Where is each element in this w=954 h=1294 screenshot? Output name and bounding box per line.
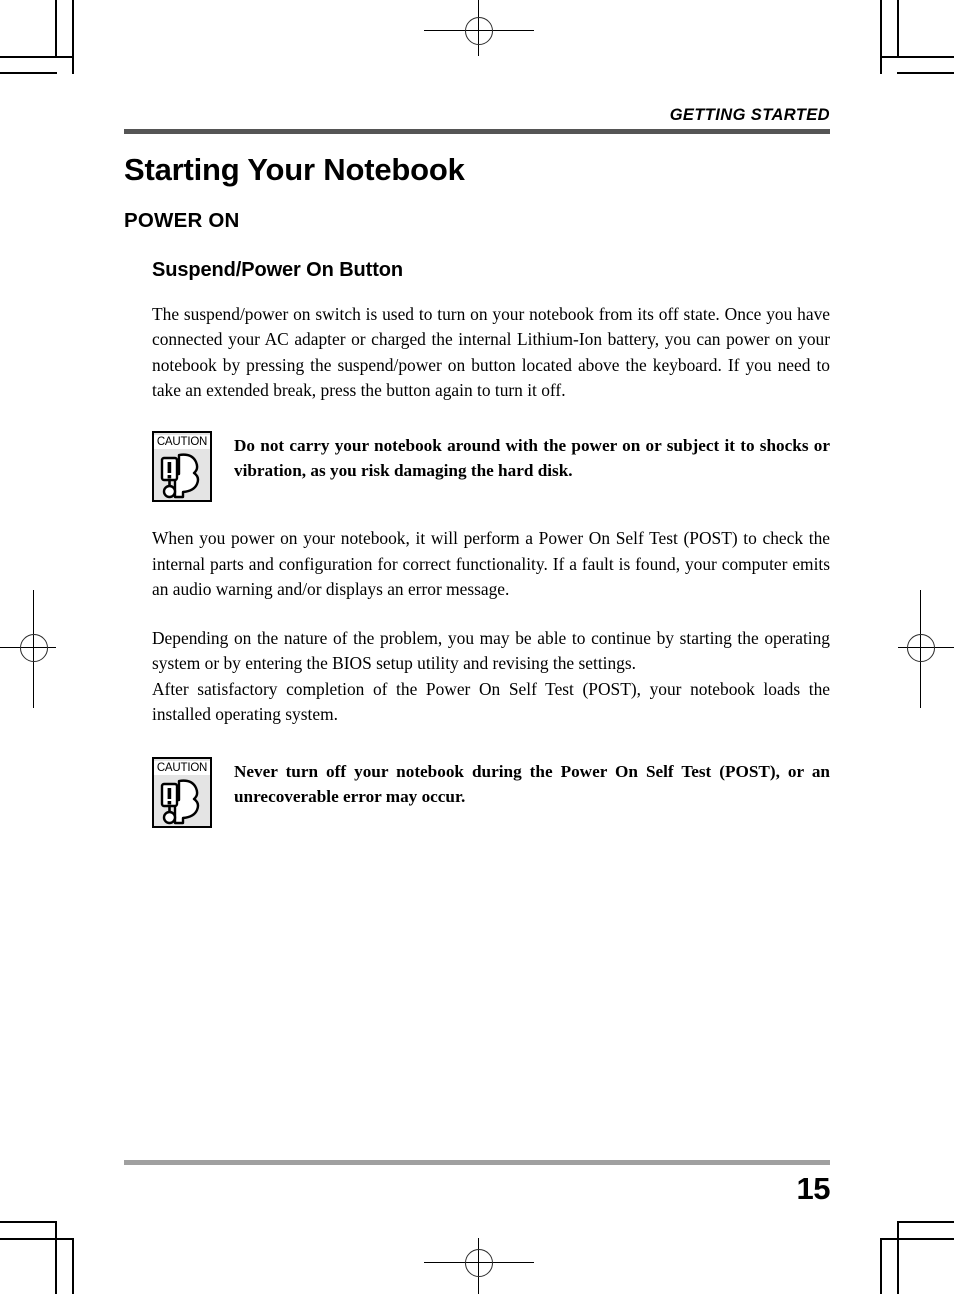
crop-mark-top-right-horizontal-inner [897, 72, 954, 74]
crop-mark-bottom-right-vertical-outer [897, 1221, 899, 1294]
registration-mark-left-horizontal [0, 647, 56, 648]
paragraph-problem-nature: Depending on the nature of the problem, … [152, 628, 830, 674]
caution-icon-label: CAUTION [154, 761, 210, 776]
crop-mark-bottom-left-horizontal-outer [0, 1221, 57, 1223]
footer-rule [124, 1160, 830, 1165]
registration-mark-bottom-circle [465, 1249, 493, 1277]
caution-hand-exclamation-icon: CAUTION [152, 431, 212, 503]
body-text-block: The suspend/power on switch is used to t… [152, 302, 830, 403]
paragraph-after-post: After satisfactory completion of the Pow… [152, 678, 830, 725]
registration-mark-top-circle [465, 17, 493, 45]
crop-mark-top-left-horizontal-outer [0, 56, 74, 58]
registration-mark-top [424, 0, 534, 62]
registration-mark-left [0, 590, 62, 708]
registration-mark-bottom-vertical [478, 1238, 479, 1294]
crop-mark-top-right-vertical-inner [880, 0, 882, 74]
caution-block-1: CAUTION Do not carry your notebook aroun… [152, 431, 830, 503]
running-head: GETTING STARTED [669, 106, 830, 124]
crop-mark-bottom-left-vertical-inner [72, 1238, 74, 1294]
page-footer: 15 [124, 1160, 831, 1206]
caution-hand-exclamation-icon: CAUTION [152, 757, 212, 829]
caution-icon-label: CAUTION [154, 435, 210, 450]
registration-mark-right [892, 590, 954, 708]
paragraph-post-check: When you power on your notebook, it will… [152, 528, 830, 599]
crop-mark-top-left-vertical-inner [72, 0, 74, 74]
crop-mark-bottom-right-vertical-inner [880, 1238, 882, 1294]
registration-mark-bottom-horizontal [424, 1262, 534, 1263]
body-text-block-post: When you power on your notebook, it will… [152, 526, 830, 727]
crop-mark-bottom-left-vertical-outer [55, 1221, 57, 1294]
crop-mark-top-left-horizontal-inner [0, 72, 57, 74]
caution-pictogram-graphic [160, 779, 200, 825]
caution-text-2: Never turn off your notebook during the … [234, 762, 830, 806]
page-number: 15 [796, 1171, 831, 1206]
registration-mark-left-vertical [33, 590, 34, 708]
registration-mark-right-vertical [920, 590, 921, 708]
caution-pictogram-graphic [160, 453, 200, 499]
registration-mark-left-circle [20, 634, 48, 662]
paragraph-intro: The suspend/power on switch is used to t… [152, 304, 830, 400]
crop-mark-top-right-horizontal-outer [880, 56, 954, 58]
crop-mark-bottom-left-horizontal-inner [0, 1238, 74, 1240]
subsection-heading-suspend-power-on-button: Suspend/Power On Button [152, 259, 404, 282]
registration-mark-bottom [424, 1232, 534, 1294]
page-title: Starting Your Notebook [124, 152, 465, 188]
page-content: GETTING STARTED Starting Your Notebook P… [124, 106, 830, 829]
crop-mark-top-left-vertical-outer [55, 0, 57, 58]
crop-mark-bottom-right-horizontal-outer [897, 1221, 954, 1223]
section-heading-power-on: POWER ON [124, 208, 240, 232]
caution-text-1: Do not carry your notebook around with t… [234, 436, 830, 480]
crop-mark-top-right-vertical-outer [897, 0, 899, 58]
registration-mark-right-horizontal [898, 647, 954, 648]
registration-mark-top-vertical [478, 0, 479, 56]
crop-mark-bottom-right-horizontal-inner [880, 1238, 954, 1240]
caution-block-2: CAUTION Never turn off your notebook dur… [152, 757, 830, 829]
header-rule [124, 129, 830, 135]
registration-mark-top-horizontal [424, 30, 534, 31]
registration-mark-right-circle [907, 634, 935, 662]
